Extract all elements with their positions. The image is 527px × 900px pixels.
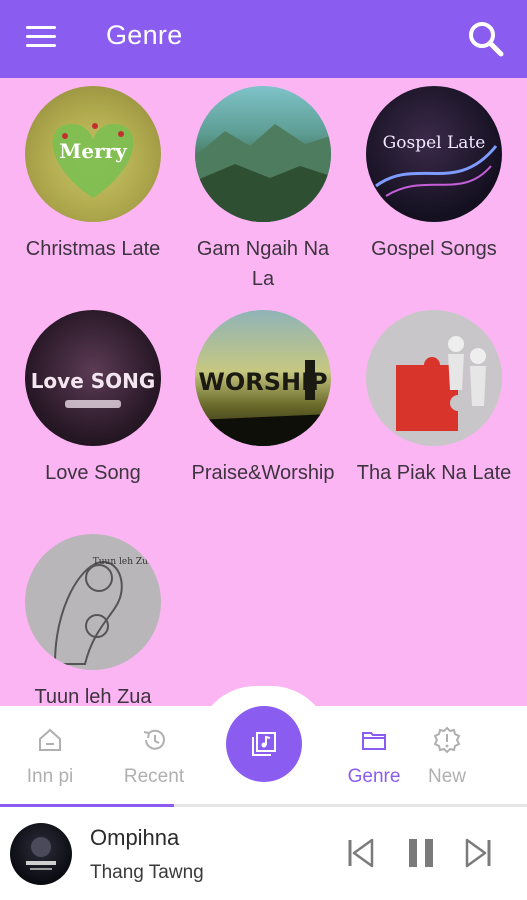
genre-tile-tha-piak-na-late[interactable]: Tha Piak Na Late — [348, 310, 520, 488]
nav-home[interactable]: Inn pi — [0, 726, 100, 788]
genre-label: Christmas Late — [25, 238, 161, 260]
music-library-icon — [252, 732, 276, 756]
genre-tile-praise-worship[interactable]: WORSHIP Praise&Worship — [177, 310, 349, 488]
genre-tile-gospel-songs[interactable]: Gospel Late Gospel Songs — [348, 86, 520, 264]
genre-label: Gospel Songs — [371, 238, 497, 260]
now-playing-fab[interactable] — [226, 706, 302, 782]
genre-grid: Merry Christmas Late Gam Ngaih Na La Gos… — [0, 78, 527, 706]
page-title: Genre — [106, 20, 183, 50]
app-bar: Genre — [0, 0, 527, 78]
genre-artwork — [366, 310, 502, 446]
genre-label: Praise&Worship — [191, 462, 335, 484]
genre-art-text: Tuun leh Zua — [93, 557, 154, 567]
pause-icon[interactable] — [406, 837, 436, 869]
skip-previous-icon[interactable] — [346, 837, 376, 869]
genre-art-text: Love SONG — [31, 369, 156, 393]
new-badge-icon — [433, 726, 461, 754]
genre-artwork: Tuun leh Zua — [25, 534, 161, 670]
menu-icon[interactable] — [26, 26, 56, 50]
nav-recent[interactable]: Recent — [104, 726, 204, 788]
genre-tile-christmas-late[interactable]: Merry Christmas Late — [7, 86, 179, 264]
genre-tile-tuun-leh-zua[interactable]: Tuun leh Zua Tuun leh Zua — [7, 534, 179, 706]
artist-name: Thang Tawng — [90, 862, 204, 883]
album-art — [10, 823, 72, 885]
genre-artwork: Merry — [25, 86, 161, 222]
nav-new[interactable]: New — [397, 726, 497, 788]
folder-icon — [362, 732, 386, 750]
genre-art-text: Merry — [59, 139, 128, 163]
genre-label: Gam Ngaih Na La — [196, 238, 330, 290]
nav-new-label: New — [427, 766, 466, 787]
genre-label: Love Song — [45, 462, 141, 484]
genre-artwork — [195, 86, 331, 222]
search-icon[interactable] — [467, 20, 505, 58]
home-icon — [39, 728, 61, 751]
genre-artwork: WORSHIP — [195, 310, 331, 446]
history-icon — [143, 729, 165, 750]
genre-artwork: Love SONG — [25, 310, 161, 446]
genre-artwork: Gospel Late — [366, 86, 502, 222]
skip-next-icon[interactable] — [463, 837, 493, 869]
genre-tile-gam-ngaih-na-la[interactable]: Gam Ngaih Na La — [177, 86, 349, 294]
song-title: Ompihna — [90, 825, 180, 850]
genre-label: Tha Piak Na Late — [356, 462, 512, 484]
nav-home-label: Inn pi — [26, 766, 74, 787]
genre-tile-love-song[interactable]: Love SONG Love Song — [7, 310, 179, 488]
nav-recent-label: Recent — [123, 766, 185, 787]
mini-player[interactable]: Ompihna Thang Tawng — [0, 807, 527, 900]
genre-art-text: Gospel Late — [383, 133, 486, 153]
genre-label: Tuun leh Zua — [34, 686, 152, 706]
